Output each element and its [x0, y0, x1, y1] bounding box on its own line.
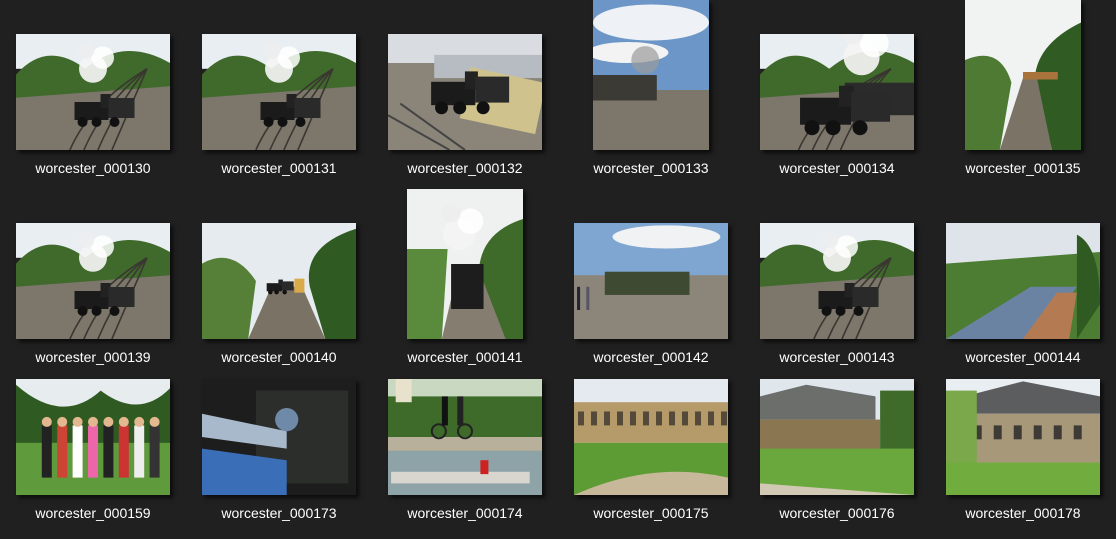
thumbnail-image[interactable]	[16, 379, 170, 495]
file-name-label: worcester_000130	[35, 160, 151, 176]
thumbnail-image[interactable]	[407, 189, 523, 339]
file-item[interactable]: worcester_000143	[744, 189, 930, 366]
file-name-label: worcester_000134	[779, 160, 895, 176]
thumbnail-area	[0, 0, 186, 150]
thumbnail-area	[744, 189, 930, 339]
thumbnail-area	[186, 189, 372, 339]
thumbnail-image[interactable]	[202, 223, 356, 339]
file-item[interactable]: worcester_000174	[372, 345, 558, 522]
file-item[interactable]: worcester_000176	[744, 345, 930, 522]
thumbnail-image[interactable]	[202, 379, 356, 495]
thumbnail-area	[0, 189, 186, 339]
file-name-label: worcester_000176	[779, 505, 895, 521]
file-name-label: worcester_000174	[407, 505, 523, 521]
thumbnail-area	[930, 189, 1116, 339]
file-name-label: worcester_000132	[407, 160, 523, 176]
thumbnail-area	[372, 189, 558, 339]
thumbnail-area	[930, 0, 1116, 150]
thumbnail-area	[0, 345, 186, 495]
thumbnail-area	[186, 0, 372, 150]
file-item[interactable]: worcester_000173	[186, 345, 372, 522]
thumbnail-image[interactable]	[593, 0, 709, 150]
file-item[interactable]: worcester_000130	[0, 0, 186, 177]
thumbnail-image[interactable]	[574, 223, 728, 339]
thumbnail-area	[186, 345, 372, 495]
thumbnail-image[interactable]	[946, 379, 1100, 495]
thumbnail-image[interactable]	[965, 0, 1081, 150]
file-item[interactable]: worcester_000133	[558, 0, 744, 177]
file-item[interactable]: worcester_000141	[372, 189, 558, 366]
file-item[interactable]: worcester_000175	[558, 345, 744, 522]
file-name-label: worcester_000173	[221, 505, 337, 521]
file-item[interactable]: worcester_000142	[558, 189, 744, 366]
thumbnail-image[interactable]	[760, 379, 914, 495]
thumbnail-area	[558, 0, 744, 150]
file-item[interactable]: worcester_000178	[930, 345, 1116, 522]
file-item[interactable]: worcester_000139	[0, 189, 186, 366]
file-item[interactable]: worcester_000144	[930, 189, 1116, 366]
file-item[interactable]: worcester_000132	[372, 0, 558, 177]
thumbnail-image[interactable]	[760, 223, 914, 339]
file-name-label: worcester_000159	[35, 505, 151, 521]
thumbnail-image[interactable]	[16, 34, 170, 150]
file-name-label: worcester_000135	[965, 160, 1081, 176]
thumbnail-image[interactable]	[16, 223, 170, 339]
file-name-label: worcester_000178	[965, 505, 1081, 521]
thumbnail-image[interactable]	[760, 34, 914, 150]
file-name-label: worcester_000175	[593, 505, 709, 521]
thumbnail-image[interactable]	[388, 379, 542, 495]
file-name-label: worcester_000131	[221, 160, 337, 176]
file-item[interactable]: worcester_000135	[930, 0, 1116, 177]
thumbnail-area	[744, 0, 930, 150]
thumbnail-area	[744, 345, 930, 495]
file-name-label: worcester_000133	[593, 160, 709, 176]
thumbnail-area	[930, 345, 1116, 495]
thumbnail-image[interactable]	[388, 34, 542, 150]
file-item[interactable]: worcester_000140	[186, 189, 372, 366]
file-item[interactable]: worcester_000134	[744, 0, 930, 177]
thumbnail-area	[372, 345, 558, 495]
file-grid: worcester_000130 worcester_000131 worces…	[0, 0, 1116, 539]
thumbnail-area	[558, 345, 744, 495]
thumbnail-image[interactable]	[202, 34, 356, 150]
thumbnail-image[interactable]	[574, 379, 728, 495]
thumbnail-image[interactable]	[946, 223, 1100, 339]
thumbnail-area	[558, 189, 744, 339]
file-item[interactable]: worcester_000131	[186, 0, 372, 177]
thumbnail-area	[372, 0, 558, 150]
file-item[interactable]: worcester_000159	[0, 345, 186, 522]
